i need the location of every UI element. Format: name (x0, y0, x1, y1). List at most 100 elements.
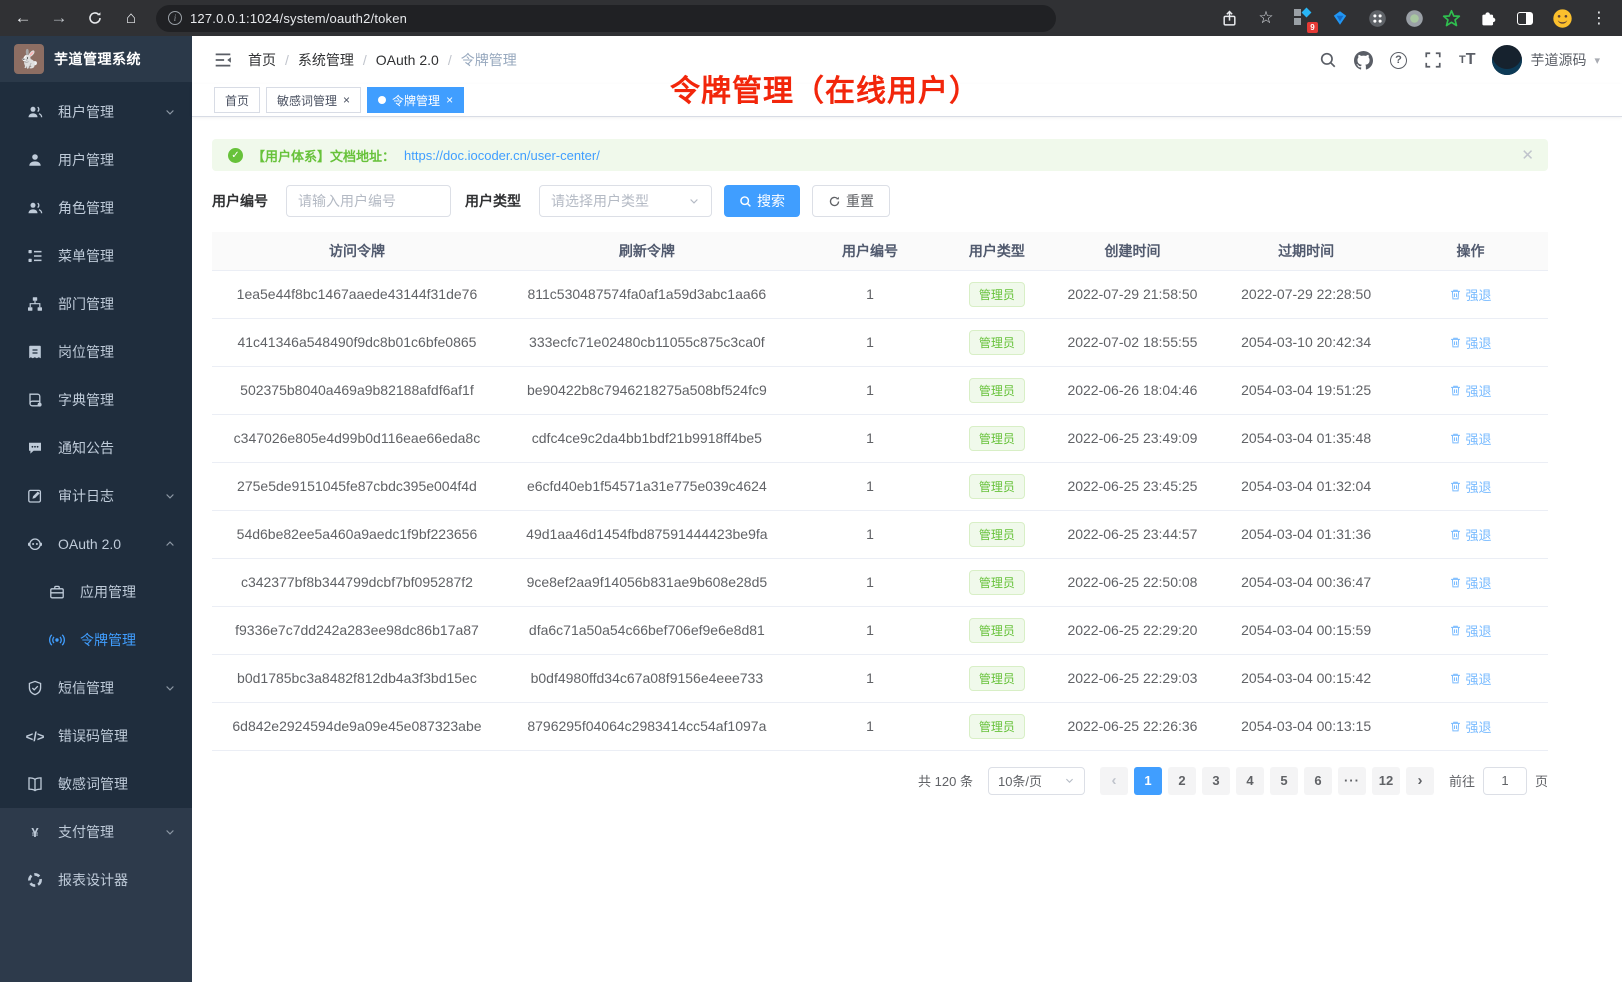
browser-menu-icon[interactable]: ⋮ (1588, 7, 1610, 29)
sidebar-item-tenant[interactable]: 租户管理 (0, 88, 192, 136)
bookmark-star-icon[interactable]: ☆ (1255, 7, 1277, 29)
app-logo[interactable]: 🐇 芋道管理系统 (0, 36, 192, 82)
table-row: 502375b8040a469a9b82188afdf6af1fbe90422b… (212, 366, 1548, 414)
sidebar-item-error-code[interactable]: </>错误码管理 (0, 712, 192, 760)
doc-link[interactable]: https://doc.iocoder.cn/user-center/ (404, 148, 600, 163)
sidebar-item-post[interactable]: 岗位管理 (0, 328, 192, 376)
sms-icon (26, 680, 44, 696)
sidebar-item-user[interactable]: 用户管理 (0, 136, 192, 184)
access-token-cell: 1ea5e44f8bc1467aaede43144f31de76 (212, 270, 502, 318)
extension-puzzle-icon[interactable] (1477, 7, 1499, 29)
extension-star-icon[interactable] (1440, 7, 1462, 29)
extension-gem-icon[interactable] (1329, 7, 1351, 29)
sidebar-item-report-designer[interactable]: 报表设计器 (0, 856, 192, 904)
sidebar-item-oauth2-app[interactable]: 应用管理 (0, 568, 192, 616)
tab-sensitive-word[interactable]: 敏感词管理× (266, 87, 361, 113)
address-bar[interactable]: i 127.0.0.1:1024/system/oauth2/token (156, 5, 1056, 32)
user-id-cell: 1 (792, 654, 948, 702)
page-size-select[interactable]: 10条/页 (988, 767, 1085, 795)
site-info-icon[interactable]: i (168, 11, 182, 25)
font-size-icon[interactable]: TT (1459, 51, 1476, 69)
action-cell: 强退 (1393, 654, 1548, 702)
alert-close-icon[interactable]: ✕ (1521, 146, 1534, 164)
browser-home-icon[interactable]: ⌂ (120, 7, 142, 29)
github-icon[interactable] (1354, 51, 1373, 70)
extension-grid-icon[interactable]: 9 (1292, 7, 1314, 29)
page-6-button[interactable]: 6 (1304, 767, 1332, 795)
dict-icon (26, 392, 44, 408)
tab-close-icon[interactable]: × (343, 94, 350, 106)
user-type-select[interactable]: 请选择用户类型 (539, 185, 712, 217)
search-icon[interactable] (1319, 51, 1337, 69)
page-4-button[interactable]: 4 (1236, 767, 1264, 795)
force-logout-button[interactable]: 强退 (1449, 525, 1491, 544)
side-panel-icon[interactable] (1514, 7, 1536, 29)
sidebar-item-audit-log[interactable]: 审计日志 (0, 472, 192, 520)
page-5-button[interactable]: 5 (1270, 767, 1298, 795)
page-3-button[interactable]: 3 (1202, 767, 1230, 795)
force-logout-button[interactable]: 强退 (1449, 477, 1491, 496)
top-header: 首页/系统管理/OAuth 2.0/令牌管理 ? TT 芋道源码 ▾ (192, 36, 1622, 84)
page-2-button[interactable]: 2 (1168, 767, 1196, 795)
goto-page-input[interactable] (1483, 767, 1527, 795)
force-logout-button[interactable]: 强退 (1449, 717, 1491, 736)
browser-back-icon[interactable]: ← (12, 7, 34, 29)
force-logout-button[interactable]: 强退 (1449, 333, 1491, 352)
app-title: 芋道管理系统 (54, 49, 141, 69)
fullscreen-icon[interactable] (1424, 51, 1442, 69)
force-logout-button[interactable]: 强退 (1449, 285, 1491, 304)
expire-time-cell: 2054-03-04 00:36:47 (1219, 558, 1393, 606)
force-logout-button[interactable]: 强退 (1449, 669, 1491, 688)
chevron-down-icon (164, 826, 176, 838)
sidebar-item-role[interactable]: 角色管理 (0, 184, 192, 232)
sidebar-item-oauth2-token[interactable]: 令牌管理 (0, 616, 192, 664)
force-logout-button[interactable]: 强退 (1449, 573, 1491, 592)
sidebar-item-dict[interactable]: 字典管理 (0, 376, 192, 424)
extension-record-icon[interactable] (1403, 7, 1425, 29)
reset-button[interactable]: 重置 (812, 185, 890, 217)
pages-more-button[interactable]: ··· (1338, 767, 1366, 795)
sidebar-item-menu[interactable]: 菜单管理 (0, 232, 192, 280)
browser-reload-icon[interactable] (84, 7, 106, 29)
action-cell: 强退 (1393, 318, 1548, 366)
force-logout-button[interactable]: 强退 (1449, 381, 1491, 400)
column-header: 过期时间 (1219, 232, 1393, 270)
prev-page-button[interactable]: ‹ (1100, 767, 1128, 795)
search-button[interactable]: 搜索 (724, 185, 800, 217)
tab-oauth2-token[interactable]: 令牌管理× (367, 87, 464, 113)
user-id-cell: 1 (792, 270, 948, 318)
breadcrumb-item[interactable]: 系统管理 (298, 50, 354, 70)
sidebar-item-sensitive-word[interactable]: 敏感词管理 (0, 760, 192, 808)
user-id-input[interactable] (286, 185, 451, 217)
access-token-cell: c342377bf8b344799dcbf7bf095287f2 (212, 558, 502, 606)
page-1-button[interactable]: 1 (1134, 767, 1162, 795)
next-page-button[interactable]: › (1406, 767, 1434, 795)
user-menu[interactable]: 芋道源码 ▾ (1492, 45, 1600, 75)
force-logout-button[interactable]: 强退 (1449, 621, 1491, 640)
breadcrumb-item[interactable]: OAuth 2.0 (376, 52, 439, 68)
sidebar-item-pay[interactable]: ¥支付管理 (0, 808, 192, 856)
logo-avatar: 🐇 (14, 44, 44, 74)
profile-emoji-icon[interactable] (1551, 7, 1573, 29)
tab-home[interactable]: 首页 (214, 87, 260, 113)
sidebar-item-sms[interactable]: 短信管理 (0, 664, 192, 712)
sidebar-item-notice[interactable]: 通知公告 (0, 424, 192, 472)
action-cell: 强退 (1393, 702, 1548, 750)
tab-close-icon[interactable]: × (446, 94, 453, 106)
help-icon[interactable]: ? (1390, 52, 1407, 69)
refresh-token-cell: b0df4980ffd34c67a08f9156e4eee733 (502, 654, 792, 702)
access-token-cell: 41c41346a548490f9dc8b01c6bfe0865 (212, 318, 502, 366)
pagination: 共 120 条 10条/页 ‹123456···12› 前往 页 (212, 767, 1548, 795)
breadcrumb-item[interactable]: 首页 (248, 50, 276, 70)
sidebar-item-oauth2[interactable]: OAuth 2.0 (0, 520, 192, 568)
browser-forward-icon[interactable]: → (48, 7, 70, 29)
extension-command-icon[interactable] (1366, 7, 1388, 29)
share-icon[interactable] (1218, 7, 1240, 29)
browser-toolbar: ← → ⌂ i 127.0.0.1:1024/system/oauth2/tok… (0, 0, 1622, 36)
sidebar-toggle-icon[interactable] (214, 51, 232, 69)
table-body: 1ea5e44f8bc1467aaede43144f31de76811c5304… (212, 270, 1548, 750)
page-12-button[interactable]: 12 (1372, 767, 1400, 795)
chevron-down-icon (164, 106, 176, 118)
force-logout-button[interactable]: 强退 (1449, 429, 1491, 448)
sidebar-item-dept[interactable]: 部门管理 (0, 280, 192, 328)
